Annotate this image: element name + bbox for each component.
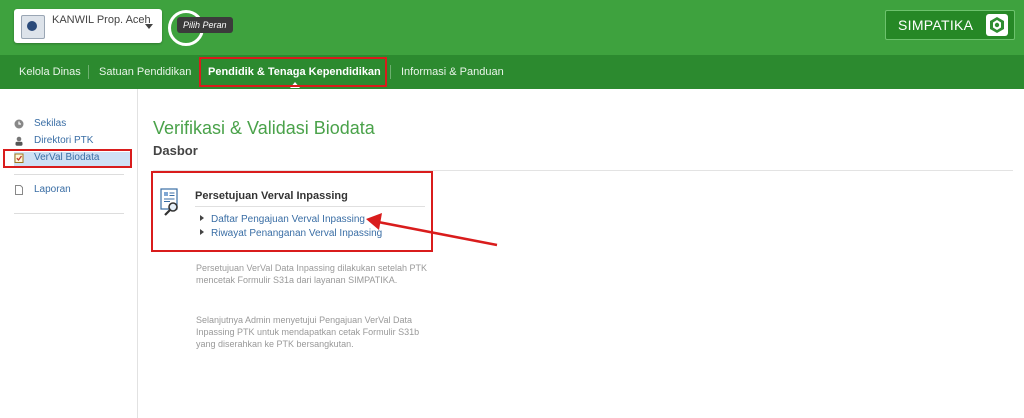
panel-description-1: Persetujuan VerVal Data Inpassing dilaku… — [196, 263, 427, 285]
panel-description-2: Selanjutnya Admin menyetujui Pengajuan V… — [196, 315, 420, 349]
annotation-arrow-icon — [366, 213, 498, 247]
